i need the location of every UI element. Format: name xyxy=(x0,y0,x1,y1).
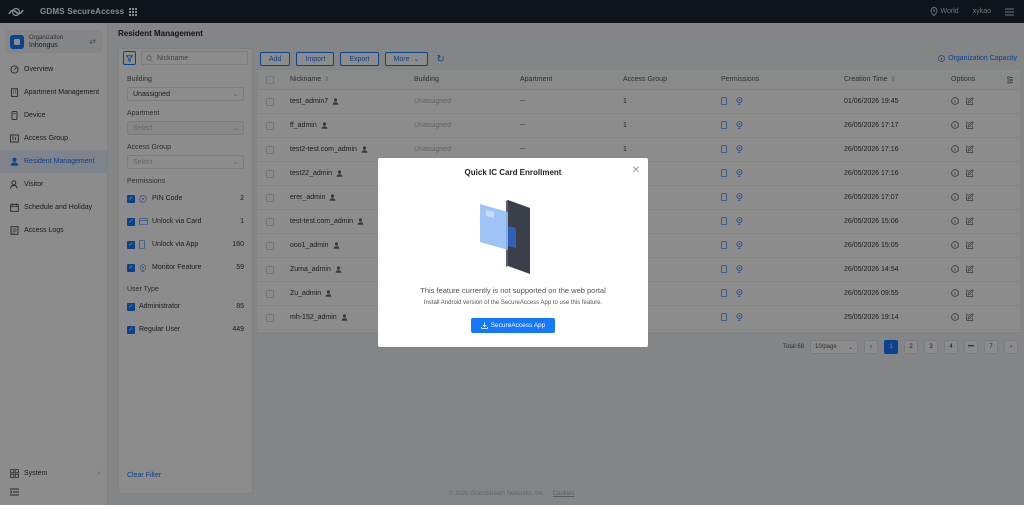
download-icon xyxy=(480,322,488,329)
close-icon[interactable]: ✕ xyxy=(632,165,640,176)
secureaccess-app-label: SecureAccess App xyxy=(490,322,546,329)
modal-title: Quick IC Card Enrollment xyxy=(464,168,562,177)
modal-message: This feature currently is not supported … xyxy=(420,286,606,295)
quick-ic-card-enrollment-dialog: Quick IC Card Enrollment ✕ This feature … xyxy=(378,158,648,347)
modal-sub-message: Install Android version of the SecureAcc… xyxy=(423,300,603,306)
card-reader-illustration xyxy=(480,200,530,274)
secureaccess-app-button[interactable]: SecureAccess App xyxy=(471,318,555,333)
